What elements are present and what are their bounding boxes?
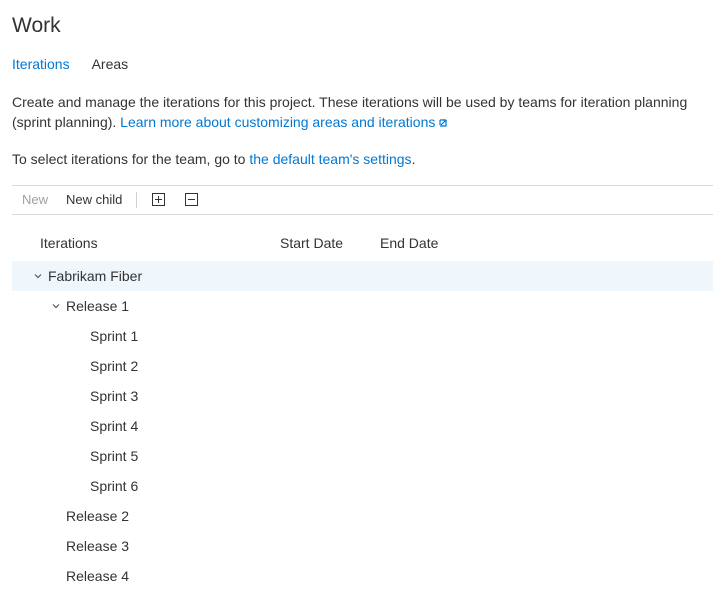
learn-more-link-text: Learn more about customizing areas and i… <box>120 114 435 130</box>
tree-row-label: Release 1 <box>66 298 129 314</box>
expand-all-icon[interactable] <box>151 192 166 207</box>
tab-bar: Iterations Areas <box>12 56 713 72</box>
team-settings-link[interactable]: the default team's settings <box>249 151 411 167</box>
tree-row-label: Sprint 5 <box>74 448 138 464</box>
subtext-prefix: To select iterations for the team, go to <box>12 151 249 167</box>
page-title: Work <box>12 14 713 38</box>
toolbar-divider <box>136 192 137 208</box>
tree-row-release[interactable]: Release 3 <box>12 531 713 561</box>
tree-row-sprint[interactable]: Sprint 1 <box>12 321 713 351</box>
tree-row-label: Fabrikam Fiber <box>48 268 142 284</box>
tree-row-release[interactable]: Release 4 <box>12 561 713 591</box>
tree-row-label: Sprint 1 <box>74 328 138 344</box>
toolbar: New New child <box>12 185 713 215</box>
tree-row-label: Sprint 3 <box>74 388 138 404</box>
tree-row-sprint[interactable]: Sprint 4 <box>12 411 713 441</box>
table-header-row: Iterations Start Date End Date <box>12 229 713 261</box>
select-iterations-text: To select iterations for the team, go to… <box>12 151 713 167</box>
tree-row-sprint[interactable]: Sprint 2 <box>12 351 713 381</box>
tree-row-release1[interactable]: Release 1 <box>12 291 713 321</box>
tree-row-sprint[interactable]: Sprint 5 <box>12 441 713 471</box>
tree-row-label: Release 3 <box>50 538 129 554</box>
tree-row-label: Release 4 <box>50 568 129 584</box>
tree-row-label: Sprint 2 <box>74 358 138 374</box>
tree-row-sprint[interactable]: Sprint 3 <box>12 381 713 411</box>
column-header-end-date[interactable]: End Date <box>380 235 480 251</box>
tree-row-label: Release 2 <box>50 508 129 524</box>
new-button[interactable]: New <box>22 192 48 207</box>
column-header-start-date[interactable]: Start Date <box>280 235 380 251</box>
tree-row-release[interactable]: Release 2 <box>12 501 713 531</box>
tree-row-sprint[interactable]: Sprint 6 <box>12 471 713 501</box>
description-text: Create and manage the iterations for thi… <box>12 92 713 135</box>
tab-areas[interactable]: Areas <box>92 56 129 72</box>
external-link-icon <box>437 114 449 134</box>
iterations-table: Iterations Start Date End Date Fabrikam … <box>12 229 713 591</box>
learn-more-link[interactable]: Learn more about customizing areas and i… <box>120 114 449 130</box>
collapse-all-icon[interactable] <box>184 192 199 207</box>
tree-row-root[interactable]: Fabrikam Fiber <box>12 261 713 291</box>
tab-iterations[interactable]: Iterations <box>12 56 70 72</box>
tree-row-label: Sprint 4 <box>74 418 138 434</box>
column-header-iterations[interactable]: Iterations <box>40 235 280 251</box>
new-child-button[interactable]: New child <box>66 192 122 207</box>
chevron-down-icon[interactable] <box>32 270 44 282</box>
subtext-suffix: . <box>412 151 416 167</box>
tree-row-label: Sprint 6 <box>74 478 138 494</box>
chevron-down-icon[interactable] <box>50 300 62 312</box>
